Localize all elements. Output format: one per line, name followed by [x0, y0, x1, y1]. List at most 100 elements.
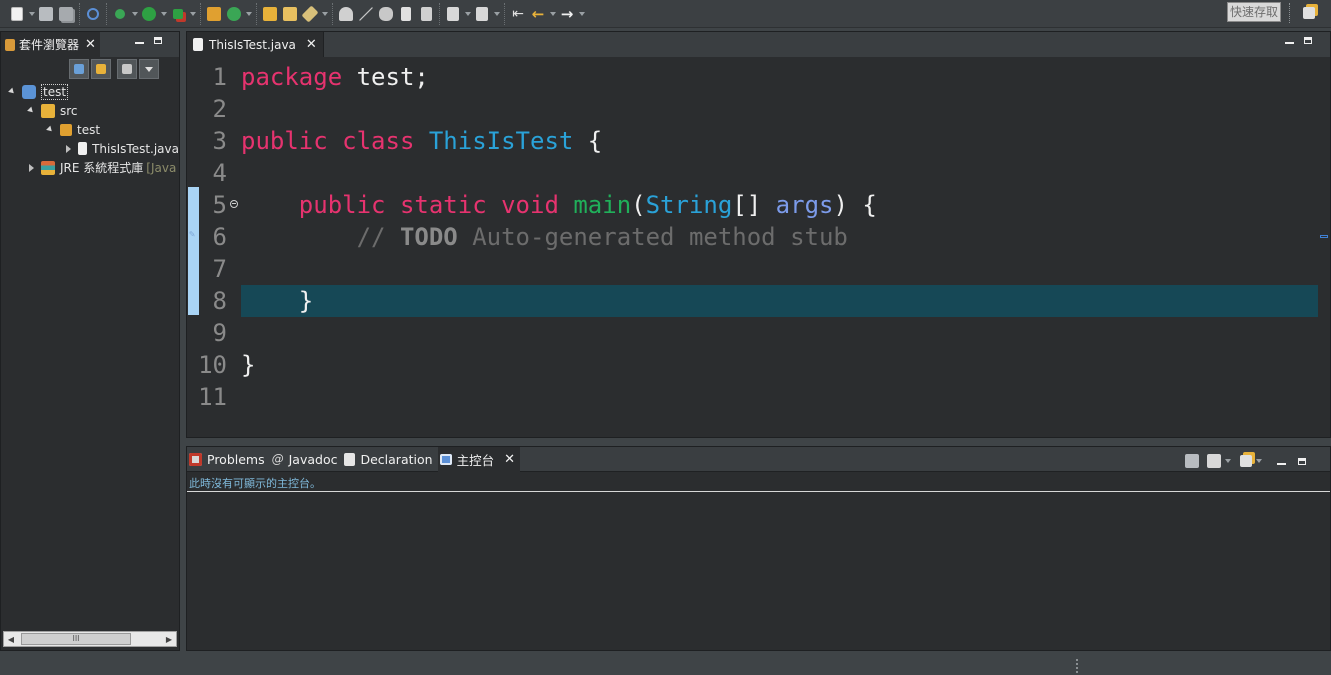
display-console-dropdown[interactable] — [1223, 451, 1232, 471]
toggle-block-selection-icon[interactable] — [376, 4, 396, 24]
tree-item-jre-library[interactable]: JRE 系統程式庫 [Java — [1, 158, 179, 177]
show-whitespace-icon[interactable] — [396, 4, 416, 24]
tab-thisistest-java[interactable]: ThisIsTest.java ✕ — [187, 32, 324, 57]
toggle-word-wrap-icon[interactable] — [356, 4, 376, 24]
open-task-icon[interactable] — [280, 4, 300, 24]
back-dropdown[interactable] — [548, 4, 557, 24]
next-annotation-dropdown[interactable] — [463, 4, 472, 24]
tree-item-package-test[interactable]: test — [1, 120, 179, 139]
run-icon[interactable] — [139, 4, 159, 24]
expanded-arrow-icon[interactable] — [6, 86, 18, 98]
new-java-package-icon[interactable] — [204, 4, 224, 24]
previous-annotation-icon[interactable] — [472, 4, 492, 24]
line-number: 3 — [212, 127, 227, 155]
line-number: 5 — [212, 191, 227, 219]
show-paragraph-icon[interactable] — [416, 4, 436, 24]
tab-problems[interactable]: Problems — [187, 447, 270, 472]
pin-console-icon[interactable] — [1185, 454, 1199, 468]
editor-tab-label: ThisIsTest.java — [209, 37, 296, 52]
view-window-controls — [135, 37, 162, 44]
previous-annotation-dropdown[interactable] — [492, 4, 501, 24]
keyword: void — [501, 191, 559, 219]
next-annotation-icon[interactable] — [443, 4, 463, 24]
expanded-arrow-icon[interactable] — [44, 124, 56, 136]
back-icon[interactable]: ← — [528, 4, 548, 24]
quick-access-field[interactable]: 快速存取 — [1227, 2, 1281, 22]
minimize-icon[interactable] — [1285, 42, 1294, 44]
maximize-icon[interactable] — [1304, 37, 1312, 44]
main-toolbar: ⇤ ← → 快速存取 — [0, 0, 1331, 28]
tree-item-decoration: [Java — [146, 160, 177, 175]
problems-icon — [189, 452, 202, 466]
collapse-all-icon[interactable] — [69, 59, 89, 79]
close-icon[interactable]: ✕ — [306, 37, 317, 52]
toolbar-group-skip — [80, 2, 107, 25]
tree-item-label: ThisIsTest.java — [92, 141, 179, 156]
console-view: Problems @ Javadoc Declaration 主控台 ✕ 此時沒… — [186, 446, 1331, 651]
class-name: ThisIsTest — [428, 127, 574, 155]
editor-text-area[interactable]: 1 2 3 4 5 6 7 8 9 10 11 ✎ package test; … — [187, 57, 1330, 437]
status-bar-grip[interactable] — [1076, 659, 1078, 673]
source-folder-icon — [41, 103, 55, 118]
tab-javadoc[interactable]: @ Javadoc — [270, 447, 343, 472]
skip-breakpoints-icon[interactable] — [83, 4, 103, 24]
minimize-icon[interactable] — [1277, 462, 1286, 465]
new-icon[interactable] — [7, 4, 27, 24]
code-line: } — [241, 349, 1318, 381]
tree-item-project-test[interactable]: test — [1, 82, 179, 101]
comment: // — [356, 223, 400, 251]
tab-package-explorer[interactable]: 套件瀏覽器 ✕ — [1, 32, 100, 57]
forward-icon[interactable]: → — [557, 4, 577, 24]
open-console-icon[interactable] — [1240, 455, 1252, 467]
tab-label: Declaration — [360, 451, 433, 467]
close-icon[interactable]: ✕ — [504, 452, 515, 467]
tab-console[interactable]: 主控台 ✕ — [437, 446, 520, 472]
toolbar-group-file — [4, 2, 80, 25]
forward-dropdown[interactable] — [577, 4, 586, 24]
maximize-icon[interactable] — [1298, 457, 1306, 465]
tree-item-thisistest-java[interactable]: ThisIsTest.java — [1, 139, 179, 158]
run-dropdown[interactable] — [159, 4, 168, 24]
last-edit-location-icon[interactable]: ⇤ — [508, 4, 528, 24]
overview-ruler-task-mark[interactable] — [1320, 235, 1328, 238]
open-console-dropdown[interactable] — [1254, 451, 1263, 471]
collapsed-arrow-icon[interactable] — [25, 162, 37, 174]
fold-collapse-icon[interactable] — [230, 200, 238, 208]
tab-declaration[interactable]: Declaration — [342, 447, 437, 472]
external-tools-icon[interactable] — [168, 4, 188, 24]
open-perspective-icon[interactable] — [1300, 4, 1318, 22]
minimize-icon[interactable] — [135, 42, 144, 44]
view-menu-focus-icon[interactable] — [117, 59, 137, 79]
scroll-right-icon[interactable]: ▶ — [162, 632, 176, 646]
link-with-editor-icon[interactable] — [91, 59, 111, 79]
tab-label: 主控台 — [456, 452, 495, 468]
save-all-icon[interactable] — [56, 4, 76, 24]
tree-item-src[interactable]: src — [1, 101, 179, 120]
code-line: // TODO Auto-generated method stub — [241, 221, 1318, 253]
console-toolbar — [1185, 451, 1306, 471]
code-content[interactable]: package test; public class ThisIsTest { … — [241, 57, 1318, 437]
debug-icon[interactable] — [110, 4, 130, 24]
open-type-icon[interactable] — [260, 4, 280, 24]
code-text: [] — [732, 191, 776, 219]
new-dropdown[interactable] — [27, 4, 36, 24]
external-tools-dropdown[interactable] — [188, 4, 197, 24]
display-selected-console-icon[interactable] — [1207, 454, 1221, 468]
horizontal-scrollbar[interactable]: ◀ III ▶ — [3, 631, 177, 647]
collapsed-arrow-icon[interactable] — [63, 143, 74, 155]
maximize-icon[interactable] — [154, 37, 162, 44]
toggle-mark-occurrences-icon[interactable] — [336, 4, 356, 24]
debug-dropdown[interactable] — [130, 4, 139, 24]
expanded-arrow-icon[interactable] — [25, 105, 37, 117]
code-text: } — [241, 351, 256, 379]
close-icon[interactable]: ✕ — [85, 37, 96, 52]
view-menu-dropdown-icon[interactable] — [139, 59, 159, 79]
new-java-class-icon[interactable] — [224, 4, 244, 24]
save-icon[interactable] — [36, 4, 56, 24]
new-class-dropdown[interactable] — [244, 4, 253, 24]
scroll-left-icon[interactable]: ◀ — [4, 632, 18, 646]
toolbar-group-open — [257, 2, 333, 25]
scrollbar-thumb[interactable]: III — [21, 633, 131, 645]
search-dropdown[interactable] — [320, 4, 329, 24]
search-icon[interactable] — [300, 4, 320, 24]
